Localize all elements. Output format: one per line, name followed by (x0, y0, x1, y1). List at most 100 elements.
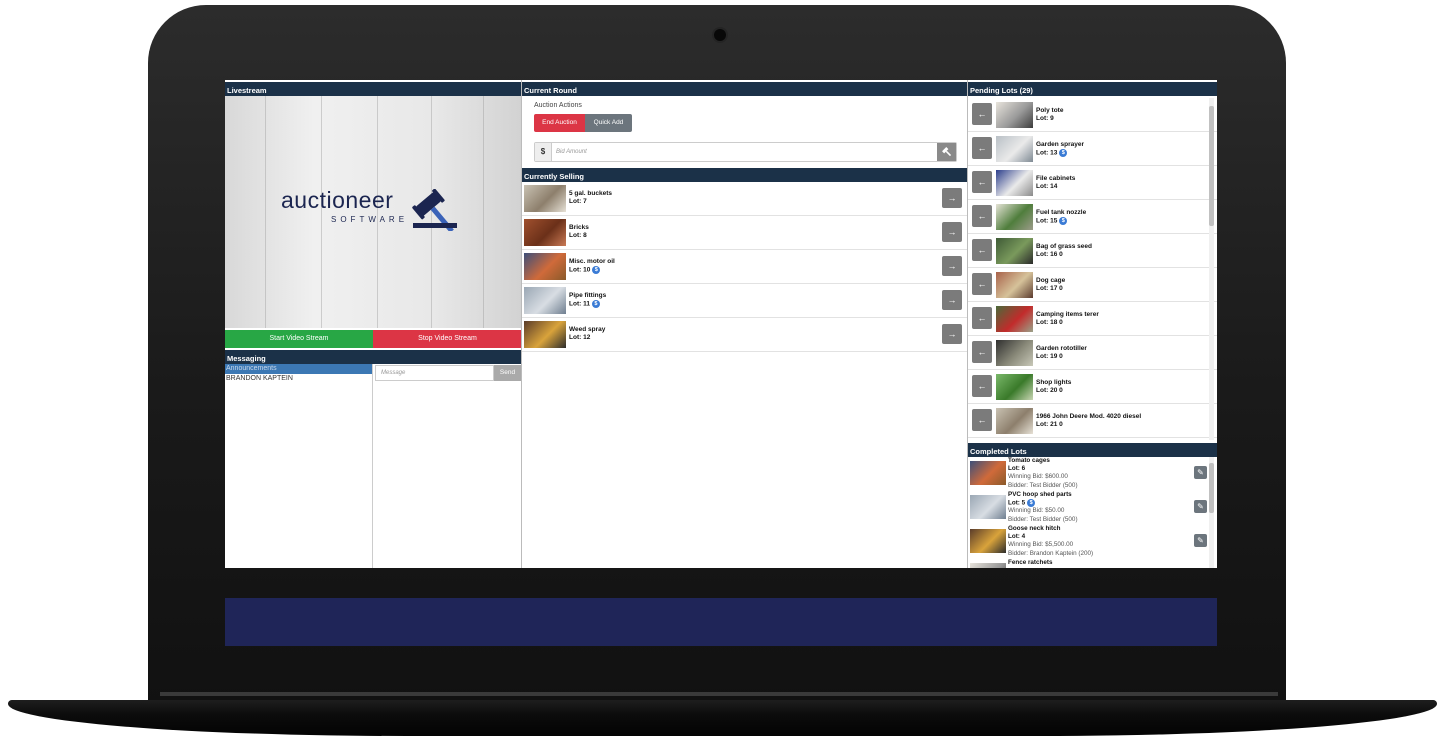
pending-lot-row: ← Camping items terer Lot: 18 0 (968, 302, 1217, 336)
lot-name: Camping items terer (1036, 311, 1099, 318)
completed-lot-row: Fence ratchets (968, 559, 1217, 568)
arrow-left-icon: ← (977, 109, 987, 119)
lot-number: Lot: 8 (569, 232, 587, 239)
pending-scrollbar[interactable] (1209, 98, 1214, 440)
lot-thumbnail (996, 408, 1033, 434)
move-to-selling-button[interactable]: ← (972, 341, 992, 363)
start-video-stream-button[interactable]: Start Video Stream (225, 330, 373, 348)
selling-lot-row: Pipe fittings Lot: 11 $ → (522, 284, 967, 318)
app-screen: Livestream auctioneer SOFTWARE Start Vid… (225, 80, 1217, 568)
lot-name: Poly tote (1036, 107, 1064, 114)
arrow-right-icon: → (947, 227, 957, 237)
quick-add-button[interactable]: Quick Add (585, 114, 632, 132)
message-thread-item[interactable]: BRANDON KAPTEIN (225, 374, 372, 384)
end-auction-button[interactable]: End Auction (534, 114, 585, 132)
pending-lot-row: ← Bag of grass seed Lot: 16 0 (968, 234, 1217, 268)
lot-name: PVC hoop shed parts (1008, 491, 1072, 498)
lot-thumbnail (996, 102, 1033, 128)
lot-number: Lot: 16 0 (1036, 251, 1063, 258)
move-to-selling-button[interactable]: ← (972, 239, 992, 261)
completed-scrollbar-thumb[interactable] (1209, 463, 1214, 513)
lot-thumbnail (970, 529, 1006, 553)
winning-bid: Winning Bid: $600.00 (1008, 473, 1068, 480)
open-lot-button[interactable]: → (942, 188, 962, 208)
winning-bid: Winning Bid: $50.00 (1008, 507, 1065, 514)
lot-name: Bag of grass seed (1036, 243, 1092, 250)
video-curtain-line (265, 96, 266, 328)
move-to-selling-button[interactable]: ← (972, 375, 992, 397)
move-to-selling-button[interactable]: ← (972, 273, 992, 295)
place-bid-button[interactable] (937, 143, 956, 161)
send-button[interactable]: Send (494, 365, 521, 381)
lot-number-text: Lot: 16 0 (1036, 251, 1063, 258)
video-preview: auctioneer SOFTWARE (225, 96, 521, 328)
lot-number-text: Lot: 18 0 (1036, 319, 1063, 326)
move-to-selling-button[interactable]: ← (972, 137, 992, 159)
open-lot-button[interactable]: → (942, 256, 962, 276)
edit-lot-button[interactable]: ✎ (1194, 500, 1207, 513)
arrow-right-icon: → (947, 295, 957, 305)
move-to-selling-button[interactable]: ← (972, 307, 992, 329)
lot-number: Lot: 4 (1008, 533, 1025, 540)
lot-number-text: Lot: 8 (569, 232, 587, 239)
message-thread-item[interactable]: Announcements (225, 364, 372, 374)
pending-lot-row: ← Fuel tank nozzle Lot: 15 $ (968, 200, 1217, 234)
pending-lot-row: ← 1966 John Deere Mod. 4020 diesel Lot: 21… (968, 404, 1217, 438)
open-lot-button[interactable]: → (942, 222, 962, 242)
arrow-right-icon: → (947, 261, 957, 271)
lot-number-text: Lot: 11 (569, 300, 590, 308)
lot-number-text: Lot: 12 (569, 334, 591, 341)
lot-number-text: Lot: 4 (1008, 533, 1026, 540)
winning-bid: Winning Bid: $5,500.00 (1008, 541, 1074, 548)
lot-thumbnail (970, 495, 1006, 519)
move-to-selling-button[interactable]: ← (972, 409, 992, 431)
dollar-badge-icon: $ (592, 266, 601, 274)
pending-lot-row: ← Dog cage Lot: 17 0 (968, 268, 1217, 302)
lot-number: Lot: 14 (1036, 183, 1057, 190)
arrow-left-icon: ← (977, 279, 987, 289)
pending-lot-row: ← Garden rototiller Lot: 19 0 (968, 336, 1217, 370)
move-to-selling-button[interactable]: ← (972, 205, 992, 227)
messaging-panel: Announcements BRANDON KAPTEIN Message Sen… (225, 364, 521, 568)
completed-scrollbar[interactable] (1209, 457, 1214, 568)
arrow-left-icon: ← (977, 381, 987, 391)
edit-lot-button[interactable]: ✎ (1194, 534, 1207, 547)
pencil-icon: ✎ (1197, 502, 1204, 511)
selling-lot-row: Weed spray Lot: 12 → (522, 318, 967, 352)
lot-number: Lot: 12 (569, 334, 590, 341)
move-to-selling-button[interactable]: ← (972, 103, 992, 125)
lot-number-text: Lot: 13 (1036, 149, 1058, 157)
bid-amount-input[interactable]: Bid Amount (556, 143, 587, 161)
dollar-badge-icon: $ (591, 300, 600, 308)
stop-video-stream-button[interactable]: Stop Video Stream (373, 330, 521, 348)
lot-number-text: Lot: 20 0 (1036, 387, 1063, 394)
arrow-left-icon: ← (977, 177, 987, 187)
video-curtain-line (483, 96, 484, 328)
logo-word: auctioneer (281, 187, 394, 213)
completed-lots-list: Tomato cages Lot: 6 Winning Bid: $600.00 Bi… (968, 457, 1217, 568)
currency-addon: $ (535, 143, 552, 161)
pencil-icon: ✎ (1197, 536, 1204, 545)
lot-thumbnail (996, 306, 1033, 332)
pending-scrollbar-thumb[interactable] (1209, 106, 1214, 226)
pending-lot-row: ← File cabinets Lot: 14 (968, 166, 1217, 200)
open-lot-button[interactable]: → (942, 290, 962, 310)
lot-number: Lot: 10 $ (569, 266, 601, 274)
pending-lots-list: ← Poly tote Lot: 9 ← Garden sprayer Lot: 13 $ ←… (968, 98, 1217, 440)
arrow-left-icon: ← (977, 347, 987, 357)
message-thread-list: Announcements BRANDON KAPTEIN (225, 364, 373, 568)
message-input[interactable]: Message (375, 365, 494, 381)
gavel-icon (941, 147, 951, 157)
laptop-mockup: Livestream auctioneer SOFTWARE Start Vid… (0, 0, 1445, 736)
lot-name: Shop lights (1036, 379, 1072, 386)
lot-number: Lot: 9 (1036, 115, 1054, 122)
edit-lot-button[interactable]: ✎ (1194, 466, 1207, 479)
lot-number-text: Lot: 9 (1036, 115, 1054, 122)
bidder-name: Bidder: Test Bidder (500) (1008, 482, 1078, 489)
open-lot-button[interactable]: → (942, 324, 962, 344)
move-to-selling-button[interactable]: ← (972, 171, 992, 193)
completed-lots-header: Completed Lots (968, 441, 1217, 457)
lot-name: Bricks (569, 224, 589, 231)
lot-thumbnail (996, 170, 1033, 196)
lot-number-text: Lot: 19 0 (1036, 353, 1063, 360)
